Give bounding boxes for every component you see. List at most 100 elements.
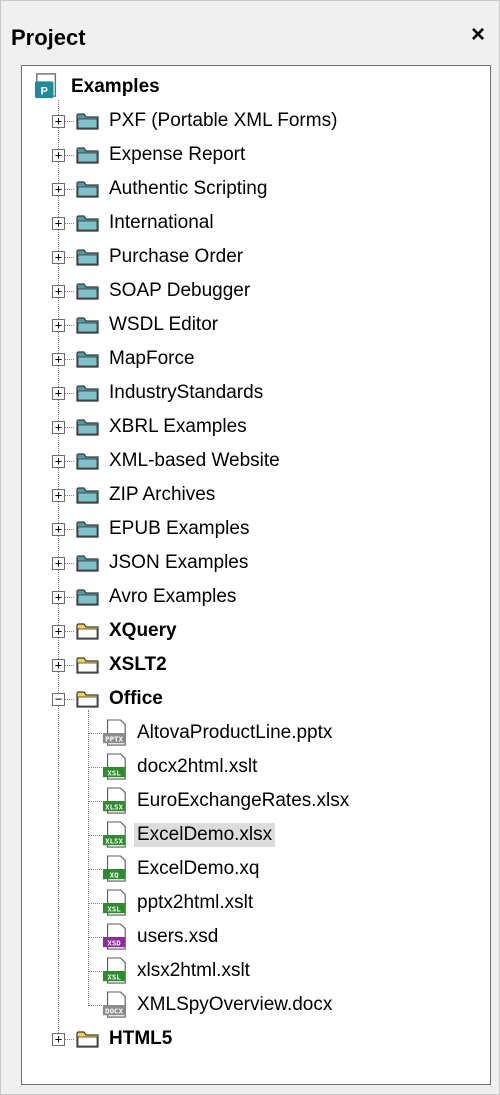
svg-text:XQ: XQ: [110, 870, 119, 879]
expand-toggle-icon[interactable]: +: [52, 149, 65, 162]
tree-folder-row[interactable]: + IndustryStandards: [22, 376, 482, 410]
folder-label: PXF (Portable XML Forms): [109, 110, 338, 131]
tree-folder-row[interactable]: + SOAP Debugger: [22, 274, 482, 308]
folder-icon: [76, 1031, 99, 1048]
close-icon[interactable]: ×: [471, 21, 485, 49]
folder-icon: [76, 113, 99, 130]
tree-file-row[interactable]: DOCX XMLSpyOverview.docx: [22, 988, 482, 1022]
folder-label: Authentic Scripting: [109, 178, 268, 199]
panel-title: Project: [11, 25, 86, 50]
tree-folder-row[interactable]: + XSLT2: [22, 648, 482, 682]
folder-icon: [76, 521, 99, 538]
folder-label: WSDL Editor: [109, 314, 219, 335]
file-label: AltovaProductLine.pptx: [137, 722, 333, 743]
tree-folder-row[interactable]: + MapForce: [22, 342, 482, 376]
folder-label: Expense Report: [109, 144, 246, 165]
tree-folder-row[interactable]: + Avro Examples: [22, 580, 482, 614]
folder-label: Office: [109, 688, 163, 709]
expand-toggle-icon[interactable]: −: [52, 693, 65, 706]
folder-label: JSON Examples: [109, 552, 249, 573]
file-icon: PPTX: [102, 719, 126, 746]
folder-label: XQuery: [109, 620, 177, 641]
svg-text:PPTX: PPTX: [105, 734, 123, 743]
folder-label: HTML5: [109, 1028, 173, 1049]
svg-text:XSD: XSD: [107, 938, 121, 947]
expand-toggle-icon[interactable]: +: [52, 591, 65, 604]
folder-icon: [76, 555, 99, 572]
folder-label: International: [109, 212, 214, 233]
folder-icon: [76, 453, 99, 470]
svg-text:XSL: XSL: [107, 768, 121, 777]
folder-icon: [76, 249, 99, 266]
tree-root-examples[interactable]: P Examples: [28, 70, 328, 104]
tree-folder-row[interactable]: + Authentic Scripting: [22, 172, 482, 206]
folder-icon: [76, 283, 99, 300]
folder-label: ZIP Archives: [109, 484, 216, 505]
expand-toggle-icon[interactable]: +: [52, 285, 65, 298]
tree-folder-row[interactable]: + Purchase Order: [22, 240, 482, 274]
folder-label: IndustryStandards: [109, 382, 264, 403]
expand-toggle-icon[interactable]: +: [52, 625, 65, 638]
expand-toggle-icon[interactable]: +: [52, 115, 65, 128]
file-label: XMLSpyOverview.docx: [137, 994, 333, 1015]
svg-text:XSL: XSL: [107, 904, 121, 913]
tree-folder-row[interactable]: + XML-based Website: [22, 444, 482, 478]
tree-folder-row[interactable]: + Expense Report: [22, 138, 482, 172]
expand-toggle-icon[interactable]: +: [52, 1033, 65, 1046]
tree-folder-row[interactable]: + ZIP Archives: [22, 478, 482, 512]
file-label: EuroExchangeRates.xlsx: [137, 790, 350, 811]
folder-icon: [76, 657, 99, 674]
folder-label: Purchase Order: [109, 246, 244, 267]
panel-titlebar: Project ×: [1, 1, 500, 71]
tree-folder-row[interactable]: + XQuery: [22, 614, 482, 648]
tree-file-row[interactable]: XSL docx2html.xslt: [22, 750, 482, 784]
project-icon: P: [34, 73, 57, 99]
folder-icon: [76, 317, 99, 334]
expand-toggle-icon[interactable]: +: [52, 557, 65, 570]
expand-toggle-icon[interactable]: +: [52, 523, 65, 536]
file-icon: XSL: [102, 957, 126, 984]
expand-toggle-icon[interactable]: +: [52, 387, 65, 400]
tree-folder-row[interactable]: − Office: [22, 682, 482, 716]
tree-file-row[interactable]: XSL pptx2html.xslt: [22, 886, 482, 920]
folder-icon: [76, 181, 99, 198]
tree-folder-row[interactable]: + HTML5: [22, 1022, 482, 1056]
expand-toggle-icon[interactable]: +: [52, 659, 65, 672]
file-label: docx2html.xslt: [137, 756, 258, 777]
expand-toggle-icon[interactable]: +: [52, 183, 65, 196]
tree-folder-row[interactable]: + XBRL Examples: [22, 410, 482, 444]
folder-icon: [76, 487, 99, 504]
tree-folder-row[interactable]: + International: [22, 206, 482, 240]
expand-toggle-icon[interactable]: +: [52, 489, 65, 502]
folder-label: XML-based Website: [109, 450, 280, 471]
tree-file-row[interactable]: XSL xlsx2html.xslt: [22, 954, 482, 988]
tree-file-row[interactable]: XLSX EuroExchangeRates.xlsx: [22, 784, 482, 818]
expand-toggle-icon[interactable]: +: [52, 319, 65, 332]
tree-file-row[interactable]: XLSX ExcelDemo.xlsx: [22, 818, 482, 852]
svg-text:DOCX: DOCX: [105, 1006, 123, 1015]
tree-folder-row[interactable]: + EPUB Examples: [22, 512, 482, 546]
svg-text:XSL: XSL: [107, 972, 121, 981]
expand-toggle-icon[interactable]: +: [52, 217, 65, 230]
root-label: Examples: [71, 76, 160, 97]
folder-label: XBRL Examples: [109, 416, 247, 437]
expand-toggle-icon[interactable]: +: [52, 455, 65, 468]
folder-label: EPUB Examples: [109, 518, 250, 539]
expand-toggle-icon[interactable]: +: [52, 421, 65, 434]
folder-icon: [76, 385, 99, 402]
svg-text:P: P: [41, 85, 49, 97]
file-icon: XSL: [102, 889, 126, 916]
tree-folder-row[interactable]: + PXF (Portable XML Forms): [22, 104, 482, 138]
folder-icon: [76, 215, 99, 232]
tree-file-row[interactable]: PPTX AltovaProductLine.pptx: [22, 716, 482, 750]
tree-file-row[interactable]: XQ ExcelDemo.xq: [22, 852, 482, 886]
folder-icon: [76, 147, 99, 164]
tree-folder-row[interactable]: + JSON Examples: [22, 546, 482, 580]
project-tree[interactable]: P Examples + PXF (Portable XML Forms) + Exp…: [21, 65, 491, 1085]
tree-folder-row[interactable]: + WSDL Editor: [22, 308, 482, 342]
expand-toggle-icon[interactable]: +: [52, 251, 65, 264]
expand-toggle-icon[interactable]: +: [52, 353, 65, 366]
tree-file-row[interactable]: XSD users.xsd: [22, 920, 482, 954]
file-icon: DOCX: [102, 991, 126, 1018]
file-label: ExcelDemo.xlsx: [134, 823, 276, 847]
